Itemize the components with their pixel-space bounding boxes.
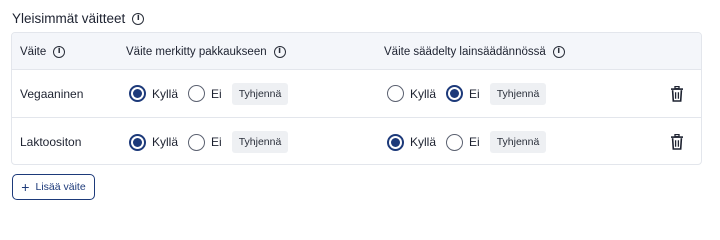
plus-icon: + (21, 178, 30, 195)
radio-circle[interactable] (446, 85, 464, 102)
regulated-radio-group: Kyllä Ei Tyhjennä (387, 70, 547, 117)
radio-circle[interactable] (188, 133, 206, 151)
info-icon[interactable]: i (53, 45, 66, 58)
trash-icon[interactable] (670, 134, 684, 150)
info-icon[interactable]: i (552, 45, 565, 58)
column-header-regulated: Väite säädelty lainsäädännössä i (384, 33, 565, 70)
claim-name: Laktoositon (20, 135, 82, 149)
radio-label: Ei (469, 86, 480, 101)
table-header: Väite i Väite merkitty pakkaukseen i Väi… (12, 33, 701, 70)
radio-circle[interactable] (188, 85, 206, 102)
add-claim-label: Lisää väite (35, 181, 86, 193)
regulated-no-radio[interactable]: Ei (446, 85, 480, 102)
radio-circle[interactable] (387, 133, 404, 151)
regulated-yes-radio[interactable]: Kyllä (387, 85, 436, 102)
column-header-marked-label: Väite merkitty pakkaukseen (126, 45, 267, 58)
marked-no-radio[interactable]: Ei (188, 133, 222, 151)
radio-label: Kyllä (152, 135, 179, 149)
marked-radio-group: Kyllä Ei Tyhjennä (129, 70, 289, 117)
column-header-claim: Väite i (20, 33, 66, 70)
clear-button[interactable]: Tyhjennä (489, 131, 547, 153)
column-header-claim-label: Väite (20, 45, 47, 58)
clear-button[interactable]: Tyhjennä (231, 82, 289, 105)
radio-circle[interactable] (387, 85, 404, 102)
add-claim-button[interactable]: + Lisää väite (12, 174, 95, 200)
claim-name: Vegaaninen (20, 86, 84, 101)
info-icon[interactable]: i (132, 12, 145, 25)
trash-icon[interactable] (670, 85, 684, 102)
claims-table: Väite i Väite merkitty pakkaukseen i Väi… (11, 32, 702, 165)
marked-radio-group: Kyllä Ei Tyhjennä (129, 118, 289, 164)
marked-yes-radio[interactable]: Kyllä (129, 133, 179, 151)
table-row: Vegaaninen Kyllä Ei Tyhjennä Kyllä Ei Ty… (12, 70, 701, 118)
section-header: Yleisimmät väitteet i (12, 11, 145, 26)
regulated-yes-radio[interactable]: Kyllä (387, 133, 437, 151)
radio-label: Kyllä (152, 86, 179, 101)
info-icon[interactable]: i (273, 45, 286, 58)
marked-yes-radio[interactable]: Kyllä (129, 85, 178, 102)
radio-label: Kyllä (410, 135, 437, 149)
radio-circle[interactable] (129, 85, 146, 102)
radio-circle[interactable] (446, 133, 464, 151)
column-header-marked: Väite merkitty pakkaukseen i (126, 33, 286, 70)
regulated-no-radio[interactable]: Ei (446, 133, 480, 151)
column-header-regulated-label: Väite säädelty lainsäädännössä (384, 45, 546, 58)
clear-button[interactable]: Tyhjennä (489, 82, 547, 105)
radio-label: Ei (211, 135, 222, 149)
radio-circle[interactable] (129, 133, 146, 151)
regulated-radio-group: Kyllä Ei Tyhjennä (387, 118, 547, 164)
radio-label: Kyllä (410, 86, 437, 101)
marked-no-radio[interactable]: Ei (188, 85, 222, 102)
section-title: Yleisimmät väitteet (12, 11, 126, 26)
radio-label: Ei (211, 86, 222, 101)
clear-button[interactable]: Tyhjennä (231, 131, 289, 153)
table-row: Laktoositon Kyllä Ei Tyhjennä Kyllä Ei T… (12, 118, 701, 164)
radio-label: Ei (469, 135, 480, 149)
